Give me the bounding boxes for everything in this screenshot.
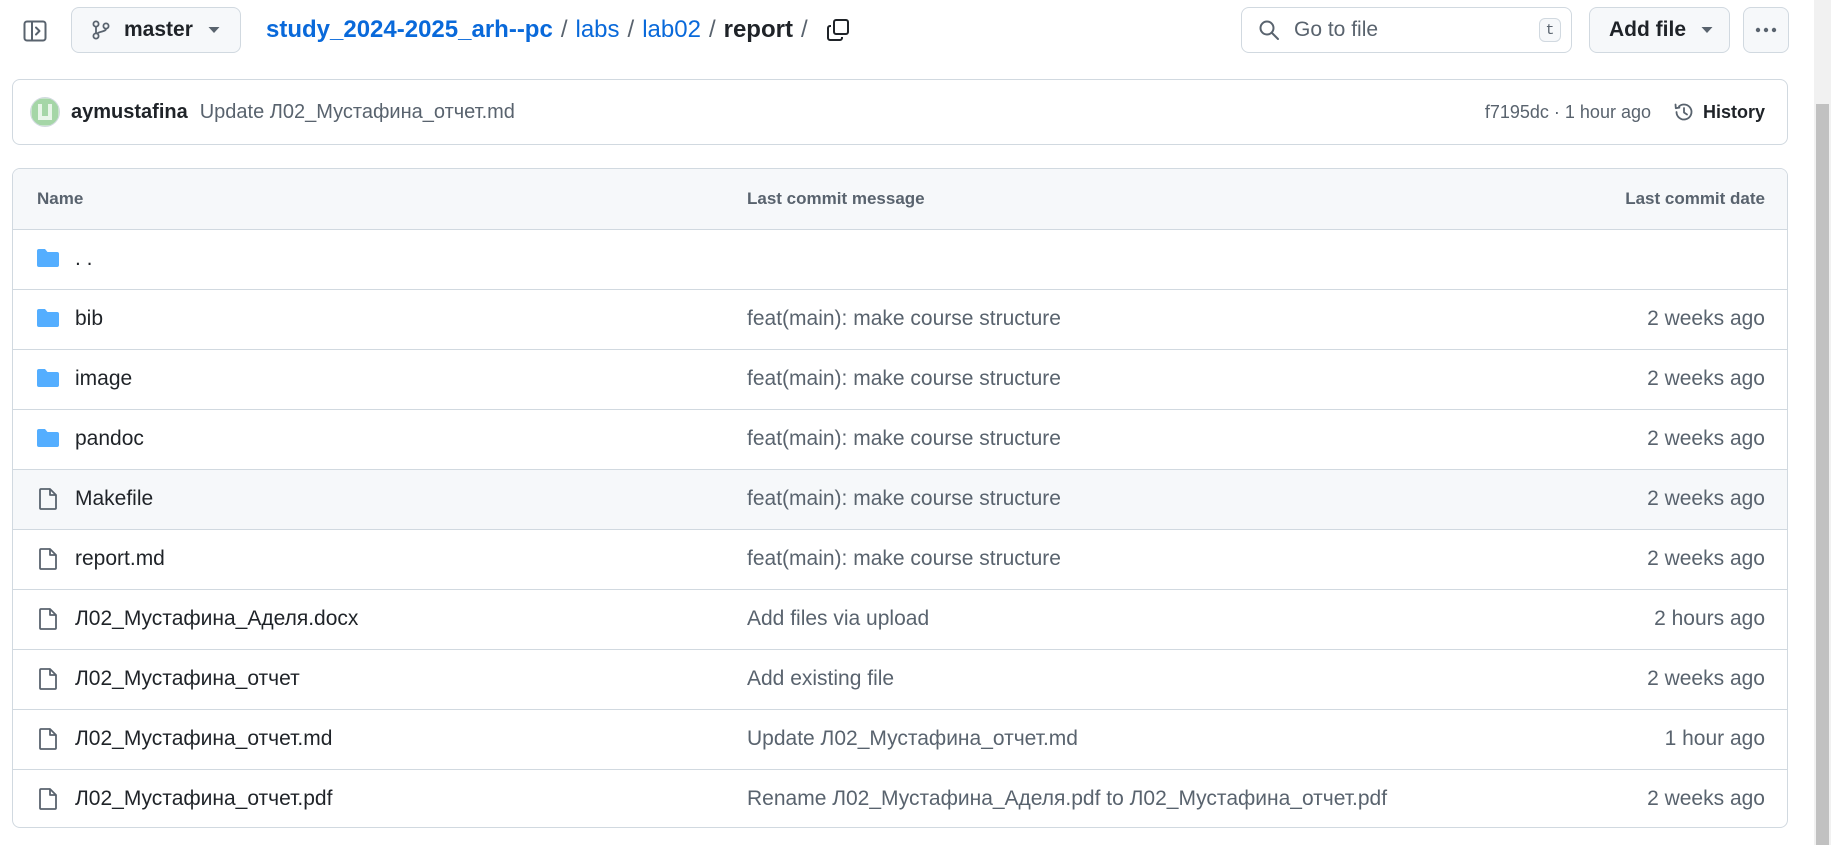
commit-message-link[interactable]: feat(main): make course structure (747, 367, 1061, 391)
table-row[interactable]: pandoc feat(main): make course structure… (13, 410, 1787, 470)
breadcrumb-repo-link[interactable]: study_2024-2025_arh--pc (266, 16, 553, 44)
table-row[interactable]: Л02_Мустафина_отчет.pdf Rename Л02_Муста… (13, 770, 1787, 827)
copy-path-icon[interactable] (826, 18, 850, 42)
add-file-label: Add file (1609, 18, 1686, 41)
commit-date: 2 weeks ago (1647, 787, 1765, 810)
file-name-link[interactable]: bib (75, 307, 103, 331)
table-row[interactable]: image feat(main): make course structure … (13, 350, 1787, 410)
chevron-down-icon (208, 26, 220, 34)
file-name-link[interactable]: pandoc (75, 427, 144, 451)
go-to-file-input[interactable] (1292, 17, 1526, 43)
file-icon (36, 547, 60, 571)
table-row[interactable]: bib feat(main): make course structure 2 … (13, 290, 1787, 350)
branch-name: master (124, 18, 193, 41)
commit-date: 2 weeks ago (1647, 547, 1765, 570)
folder-icon (36, 307, 60, 331)
column-header-name: Name (37, 189, 84, 208)
commit-message-link[interactable]: Add files via upload (747, 607, 929, 631)
breadcrumb-lab02-link[interactable]: lab02 (642, 16, 701, 44)
commit-date: 2 hours ago (1654, 607, 1765, 630)
search-icon (1258, 19, 1280, 41)
history-icon (1673, 101, 1695, 123)
history-button[interactable]: History (1673, 101, 1765, 123)
history-label: History (1702, 101, 1765, 122)
breadcrumb-separator: / (627, 16, 635, 43)
avatar[interactable] (30, 97, 60, 127)
file-icon (36, 787, 60, 811)
table-row[interactable]: Л02_Мустафина_отчет Add existing file 2 … (13, 650, 1787, 710)
file-name-link[interactable]: Л02_Мустафина_отчет.md (75, 727, 332, 751)
commit-author-link[interactable]: aymustafina (71, 101, 188, 124)
table-row[interactable]: Л02_Мустафина_Аделя.docx Add files via u… (13, 590, 1787, 650)
keyboard-shortcut-badge: t (1539, 18, 1561, 42)
commit-date: 2 weeks ago (1647, 307, 1765, 330)
file-name-link[interactable]: report.md (75, 547, 165, 571)
breadcrumb-separator: / (560, 16, 568, 43)
commit-date: 1 hour ago (1664, 727, 1765, 750)
parent-directory-row[interactable]: . . (13, 230, 1787, 290)
breadcrumb-labs-link[interactable]: labs (576, 16, 620, 44)
table-row[interactable]: Л02_Мустафина_отчет.md Update Л02_Мустаф… (13, 710, 1787, 770)
file-name-link[interactable]: image (75, 367, 132, 391)
page-scrollbar[interactable] (1814, 0, 1831, 845)
commit-date: 2 weeks ago (1647, 487, 1765, 510)
chevron-down-icon (1701, 26, 1713, 34)
breadcrumb: study_2024-2025_arh--pc / labs / lab02 /… (266, 13, 850, 47)
file-navigation-bar: master study_2024-2025_arh--pc / labs / … (0, 0, 1831, 62)
breadcrumb-current: report (723, 16, 793, 43)
breadcrumb-separator: / (708, 16, 716, 43)
table-header: Name Last commit message Last commit dat… (13, 169, 1787, 230)
table-row[interactable]: report.md feat(main): make course struct… (13, 530, 1787, 590)
commit-message-link[interactable]: Add existing file (747, 667, 894, 691)
file-name-link[interactable]: Л02_Мустафина_отчет.pdf (75, 787, 332, 811)
scrollbar-thumb[interactable] (1816, 104, 1829, 845)
file-icon (36, 487, 60, 511)
commit-date: 2 weeks ago (1647, 667, 1765, 690)
column-header-date: Last commit date (1625, 189, 1765, 208)
sidebar-expand-icon[interactable] (18, 16, 52, 46)
folder-icon (36, 247, 60, 271)
file-icon (36, 727, 60, 751)
commit-message-link[interactable]: feat(main): make course structure (747, 487, 1061, 511)
git-branch-icon (90, 19, 112, 41)
column-header-message: Last commit message (747, 189, 925, 208)
branch-select-button[interactable]: master (71, 7, 241, 53)
go-to-file-search[interactable]: t (1241, 7, 1572, 53)
commit-date: 2 weeks ago (1647, 427, 1765, 450)
commit-message-link[interactable]: feat(main): make course structure (747, 547, 1061, 571)
file-table: Name Last commit message Last commit dat… (12, 168, 1788, 828)
file-icon (36, 667, 60, 691)
commit-message-link[interactable]: feat(main): make course structure (747, 307, 1061, 331)
commit-date: 2 weeks ago (1647, 367, 1765, 390)
kebab-horizontal-icon (1755, 27, 1777, 33)
folder-icon (36, 427, 60, 451)
file-icon (36, 607, 60, 631)
latest-commit-bar: aymustafina Update Л02_Мустафина_отчет.m… (12, 79, 1788, 145)
file-name-link[interactable]: Makefile (75, 487, 153, 511)
folder-icon (36, 367, 60, 391)
breadcrumb-separator: / (800, 16, 808, 43)
commit-message-link[interactable]: Update Л02_Мустафина_отчет.md (200, 101, 515, 124)
file-name-link[interactable]: Л02_Мустафина_Аделя.docx (75, 607, 358, 631)
more-options-button[interactable] (1743, 7, 1789, 53)
commit-message-link[interactable]: feat(main): make course structure (747, 427, 1061, 451)
commit-hash-and-time[interactable]: f7195dc · 1 hour ago (1485, 102, 1651, 123)
commit-message-link[interactable]: Update Л02_Мустафина_отчет.md (747, 727, 1078, 751)
parent-directory-link[interactable]: . . (75, 247, 93, 271)
table-row[interactable]: Makefile feat(main): make course structu… (13, 470, 1787, 530)
add-file-button[interactable]: Add file (1589, 7, 1730, 53)
commit-message-link[interactable]: Rename Л02_Мустафина_Аделя.pdf to Л02_Му… (747, 787, 1387, 811)
file-name-link[interactable]: Л02_Мустафина_отчет (75, 667, 300, 691)
